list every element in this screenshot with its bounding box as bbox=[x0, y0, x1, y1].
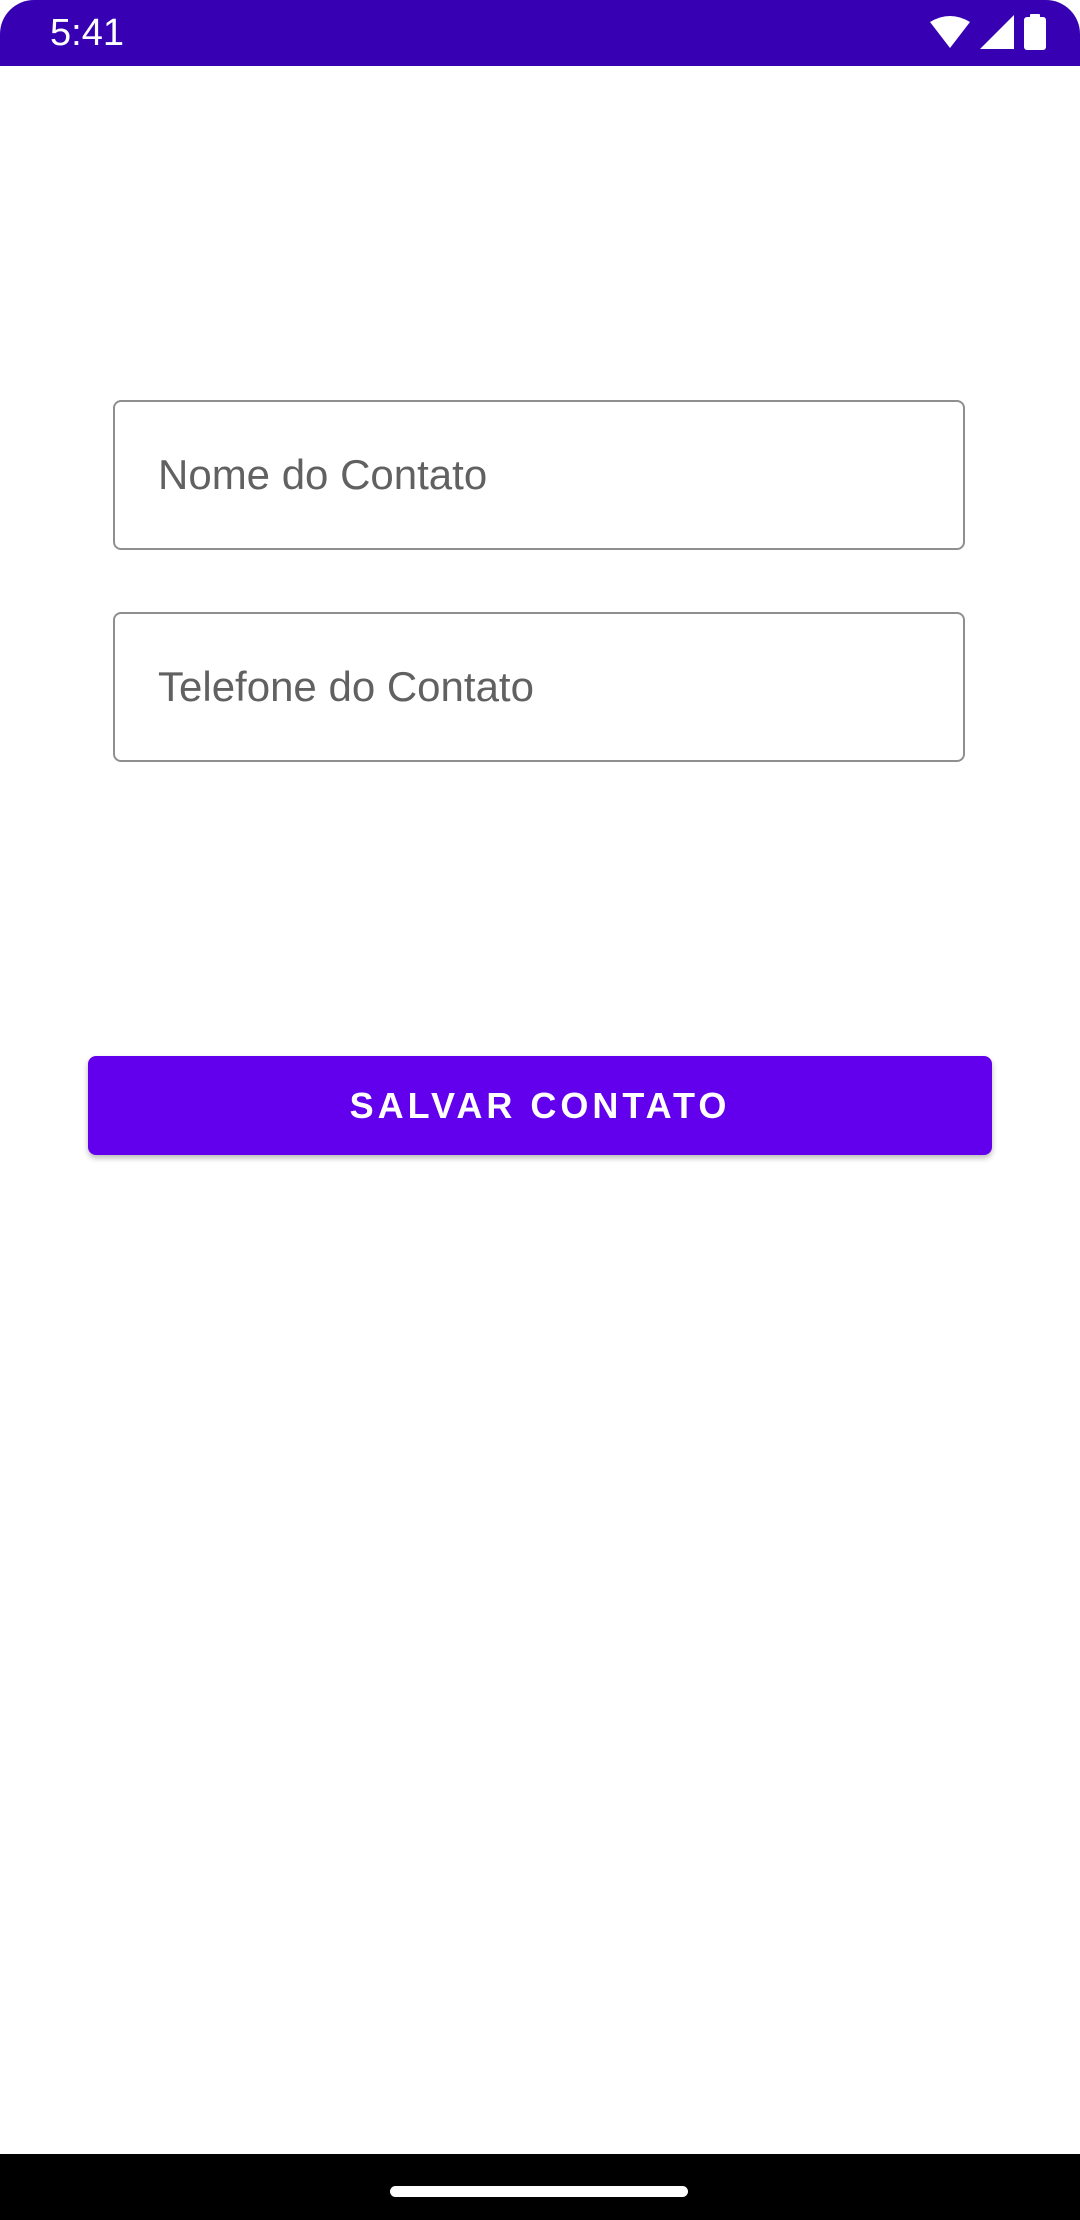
app-screen: 5:41 SALVAR CONTATO bbox=[0, 0, 1080, 2220]
signal-icon bbox=[980, 15, 1014, 49]
contact-phone-input[interactable] bbox=[115, 614, 963, 760]
contact-name-input[interactable] bbox=[115, 402, 963, 548]
wifi-icon bbox=[930, 16, 970, 48]
home-indicator[interactable] bbox=[390, 2186, 688, 2197]
battery-icon bbox=[1024, 14, 1046, 50]
navigation-bar bbox=[0, 2154, 1080, 2220]
status-time: 5:41 bbox=[50, 12, 124, 54]
contact-phone-field[interactable] bbox=[113, 612, 965, 762]
status-bar: 5:41 bbox=[0, 0, 1080, 66]
status-icons bbox=[930, 14, 1046, 50]
contact-name-field[interactable] bbox=[113, 400, 965, 550]
save-contact-button[interactable]: SALVAR CONTATO bbox=[88, 1056, 992, 1155]
